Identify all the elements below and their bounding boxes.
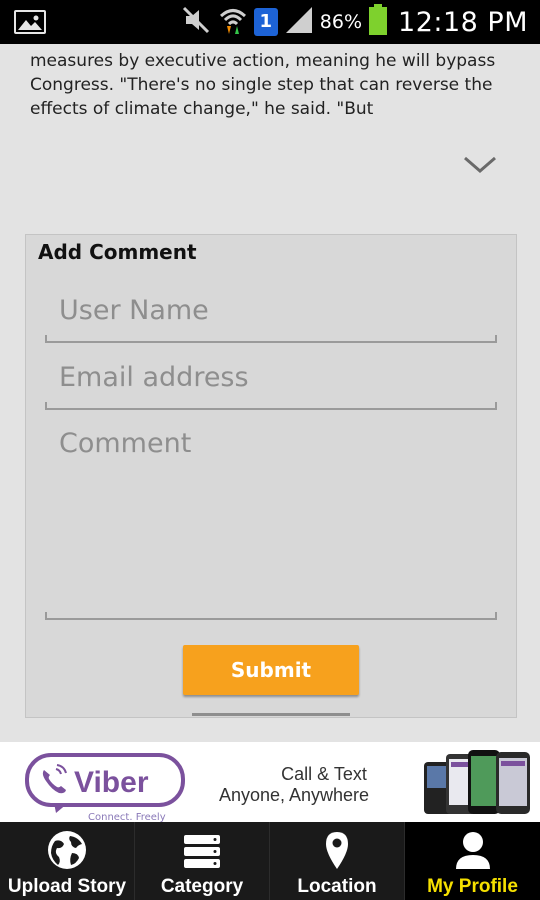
- add-comment-title: Add Comment: [38, 240, 197, 264]
- email-field[interactable]: Email address: [45, 362, 497, 410]
- tab-upload-story-label: Upload Story: [7, 876, 127, 897]
- wifi-icon: [218, 4, 248, 40]
- tab-location[interactable]: Location: [270, 822, 405, 900]
- list-icon: [184, 835, 220, 868]
- tab-category[interactable]: Category: [135, 822, 270, 900]
- comment-field[interactable]: Comment: [45, 428, 497, 620]
- tab-my-profile[interactable]: My Profile: [405, 822, 540, 900]
- comment-placeholder: Comment: [59, 428, 192, 459]
- chevron-down-icon[interactable]: [462, 152, 498, 176]
- bottom-navigation: Upload Story Category Location My Profil…: [0, 822, 540, 900]
- add-comment-card: Add Comment User Name Email address Comm…: [25, 234, 517, 718]
- article-text: measures by executive action, meaning he…: [30, 51, 496, 119]
- mute-icon: [180, 4, 212, 40]
- tab-category-label: Category: [160, 876, 244, 897]
- scroll-indicator: [192, 713, 350, 716]
- location-pin-icon: [326, 832, 348, 869]
- person-icon: [455, 832, 490, 869]
- email-placeholder: Email address: [59, 362, 249, 393]
- email-underline: [45, 402, 497, 410]
- tab-upload-story[interactable]: Upload Story: [0, 822, 135, 900]
- sim-badge: 1: [253, 8, 278, 36]
- ad-banner[interactable]: Viber Connect. Freely Call & Text Anyone…: [0, 742, 540, 822]
- username-field[interactable]: User Name: [45, 295, 497, 343]
- viber-slogan: Connect. Freely: [88, 812, 166, 822]
- viber-logo: Viber: [25, 753, 185, 813]
- phones-image: [424, 750, 530, 814]
- battery-icon: [368, 4, 388, 40]
- globe-icon: [48, 831, 86, 869]
- comment-underline: [45, 612, 497, 620]
- status-bar: 1 86% 12:18 PM: [0, 0, 540, 44]
- tab-location-label: Location: [297, 876, 377, 897]
- username-placeholder: User Name: [59, 295, 209, 326]
- ad-headline-1: Call & Text: [281, 764, 367, 784]
- username-underline: [45, 335, 497, 343]
- signal-strength-icon: [284, 5, 314, 39]
- submit-button[interactable]: Submit: [183, 645, 359, 695]
- viber-brand: Viber: [74, 766, 149, 799]
- tab-my-profile-label: My Profile: [427, 876, 518, 897]
- battery-percent: 86%: [319, 11, 363, 33]
- clock: 12:18 PM: [398, 6, 528, 38]
- gallery-notification-icon: [14, 10, 46, 34]
- ad-headline-2: Anyone, Anywhere: [218, 785, 370, 805]
- article-body: measures by executive action, meaning he…: [30, 44, 520, 126]
